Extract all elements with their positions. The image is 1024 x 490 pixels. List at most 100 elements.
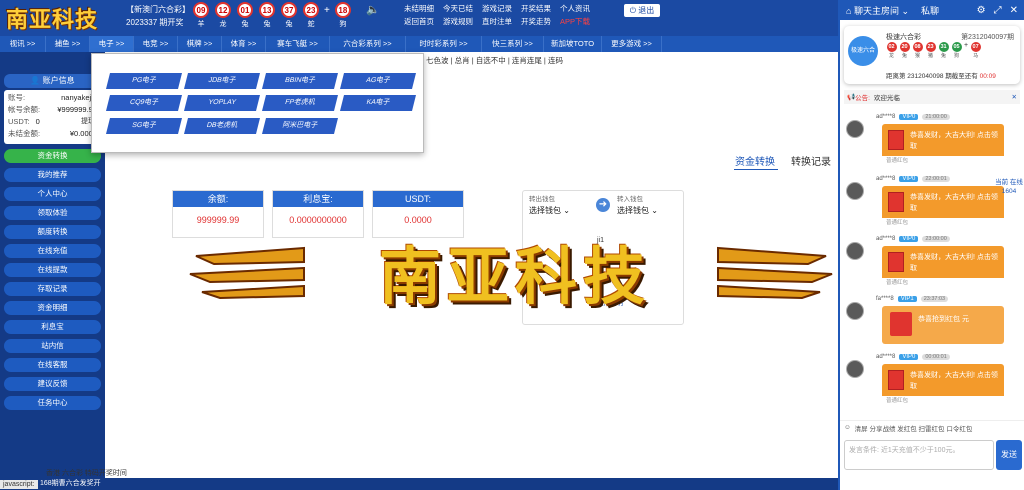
link-app-download[interactable]: APP下载 xyxy=(560,16,590,27)
red-packet-bubble[interactable]: 恭喜发财，大吉大利! 点击领取 普通红包 xyxy=(882,124,1004,166)
send-button[interactable]: 发送 xyxy=(996,440,1022,470)
dropdown-item[interactable]: BBIN电子 xyxy=(262,73,338,89)
expand-icon[interactable]: ⤢ xyxy=(994,5,1002,16)
chat-header-icons: ⚙ ⤢ ✕ xyxy=(977,5,1018,16)
sub-menu-links[interactable]: 七色波 | 总肖 | 自选不中 | 连肖连尾 | 连码 xyxy=(426,55,563,66)
account-key: 帐号余额: xyxy=(8,105,41,114)
in-wallet-label: 转入钱包 xyxy=(617,196,643,203)
tab-fund-transfer[interactable]: 资金转换 xyxy=(735,153,775,168)
msg-meta: ad****8 VIP0 23:00:00 xyxy=(876,236,950,242)
chat-room-select[interactable]: ⌂ 聊天主房间 ⌄ xyxy=(846,4,909,17)
draw-ball: 23 蛇 xyxy=(302,2,320,29)
ball-zodiac: 龙 xyxy=(888,53,894,59)
ball-zodiac: 兔 xyxy=(901,53,907,59)
user-settings-icon[interactable]: ⚙ xyxy=(977,5,986,16)
lottery-ball: 31 兔 xyxy=(938,42,949,59)
close-icon[interactable]: ✕ xyxy=(1010,5,1018,16)
ball-number: 12 xyxy=(215,2,231,18)
timestamp: 21:00:00 xyxy=(922,114,950,120)
link-live-bets[interactable]: 直时注单 xyxy=(482,16,512,27)
out-wallet-select[interactable]: 选择钱包 ⌄ xyxy=(529,205,595,216)
red-packet-bubble[interactable]: 恭喜发财，大吉大利! 点击领取 普通红包 xyxy=(882,186,1004,228)
side-feedback[interactable]: 建议反馈 xyxy=(4,377,101,391)
msg-meta: ad****8 VIP0 21:00:00 xyxy=(876,114,950,120)
link-today-settled[interactable]: 今天已结 xyxy=(443,3,473,14)
ball-zodiac: 猪 xyxy=(927,53,933,59)
nav-slots[interactable]: 电子 >> xyxy=(90,36,134,52)
private-chat-tab[interactable]: 私聊 xyxy=(921,4,939,17)
emoji-icon[interactable]: ☺ xyxy=(844,424,851,431)
nav-racing[interactable]: 赛车飞艇 >> xyxy=(266,36,330,52)
tab-transfer-records[interactable]: 转换记录 xyxy=(791,153,831,168)
close-icon[interactable]: ✕ xyxy=(1012,93,1017,101)
red-packet-claimed-bubble[interactable]: 恭喜抢到红包 元 xyxy=(882,306,1004,344)
left-wing-icon xyxy=(189,246,305,300)
nav-toto[interactable]: 新加坡TOTO xyxy=(544,36,602,52)
link-unsettled[interactable]: 未结明细 xyxy=(404,3,434,14)
side-deposit[interactable]: 在线充值 xyxy=(4,244,101,258)
site-logo[interactable]: 南亚科技 xyxy=(6,2,116,34)
out-wallet-value: 选择钱包 xyxy=(529,206,561,215)
dropdown-item[interactable]: DB老虎机 xyxy=(184,118,260,134)
dropdown-item[interactable]: FP老虎机 xyxy=(262,95,338,111)
nav-k3[interactable]: 快三系列 >> xyxy=(482,36,544,52)
link-draw-results[interactable]: 开奖结果 xyxy=(521,3,551,14)
side-claim-trial[interactable]: 领取体验 xyxy=(4,206,101,220)
ball-number: 05 xyxy=(951,42,962,52)
vip-badge: VIP0 xyxy=(899,114,919,120)
dropdown-item[interactable]: 阿米巴电子 xyxy=(262,118,338,134)
side-my-referral[interactable]: 我的推荐 xyxy=(4,168,101,182)
side-personal-center[interactable]: 个人中心 xyxy=(4,187,101,201)
nav-live[interactable]: 视讯 >> xyxy=(0,36,46,52)
vip-badge: VIP0 xyxy=(899,354,919,360)
side-support[interactable]: 在线客服 xyxy=(4,358,101,372)
chat-tools-links[interactable]: 清屏 分享战绩 发红包 扫雷红包 口令红包 xyxy=(855,423,973,433)
dropdown-item[interactable]: YOPLAY xyxy=(184,95,260,111)
account-row: 未结金额: ¥0.0000 xyxy=(8,128,97,140)
nav-sports[interactable]: 体育 >> xyxy=(222,36,266,52)
side-interest[interactable]: 利息宝 xyxy=(4,320,101,334)
side-fund-transfer[interactable]: 资金转换 xyxy=(4,149,101,163)
nav-more[interactable]: 更多游戏 >> xyxy=(602,36,662,52)
msg-meta: fa****8 VIP1 23:37:03 xyxy=(876,296,949,302)
dropdown-item[interactable]: KA电子 xyxy=(340,95,416,111)
in-wallet-select[interactable]: 选择钱包 ⌄ xyxy=(617,205,683,216)
dropdown-item[interactable]: PG电子 xyxy=(106,73,182,89)
side-quota-transfer[interactable]: 额度转换 xyxy=(4,225,101,239)
nav-ssc[interactable]: 时时彩系列 >> xyxy=(406,36,482,52)
account-title-label: 账户信息 xyxy=(42,76,75,85)
link-personal-info[interactable]: 个人资讯 xyxy=(560,3,590,14)
lottery-issue: 第2312040097期 xyxy=(961,34,1014,41)
lottery-next: 距离第 2312040098 期截至还有 00:09 xyxy=(886,70,996,80)
link-trends[interactable]: 开奖走势 xyxy=(521,16,551,27)
dropdown-item[interactable]: CQ9电子 xyxy=(106,95,182,111)
online-count: 当前 在线 1604 xyxy=(995,179,1023,195)
nav-esports[interactable]: 电竞 >> xyxy=(134,36,178,52)
nav-cards[interactable]: 棋牌 >> xyxy=(178,36,222,52)
link-home[interactable]: 返回首页 xyxy=(404,16,434,27)
link-game-rules[interactable]: 游戏规则 xyxy=(443,16,473,27)
side-tasks[interactable]: 任务中心 xyxy=(4,396,101,410)
red-packet-bubble[interactable]: 恭喜发财，大吉大利! 点击领取 普通红包 xyxy=(882,246,1004,288)
side-inbox[interactable]: 站内信 xyxy=(4,339,101,353)
dropdown-item[interactable]: AG电子 xyxy=(340,73,416,89)
side-records[interactable]: 存取记录 xyxy=(4,282,101,296)
msg-meta: ad****8 VIP0 00:00:01 xyxy=(876,354,950,360)
speaker-icon[interactable]: 🔈 xyxy=(366,3,380,16)
nav-marksix[interactable]: 六合彩系列 >> xyxy=(330,36,406,52)
dropdown-item[interactable]: SG电子 xyxy=(106,118,182,134)
chat-input[interactable]: 发言条件: 近1天充值不少于100元。 xyxy=(844,440,994,470)
card-value: 999999.99 xyxy=(196,215,240,225)
lottery-logo: 极速六合 xyxy=(848,36,878,66)
side-fund-details[interactable]: 资金明细 xyxy=(4,301,101,315)
nav-fishing[interactable]: 捕鱼 >> xyxy=(46,36,90,52)
content-tabs: 资金转换 转换记录 xyxy=(735,153,831,168)
logout-button[interactable]: ⏻ 退出 xyxy=(624,4,660,17)
side-withdraw[interactable]: 在线提款 xyxy=(4,263,101,277)
link-game-records[interactable]: 游戏记录 xyxy=(482,3,512,14)
red-packet-bubble[interactable]: 恭喜发财，大吉大利! 点击领取 普通红包 xyxy=(882,364,1004,406)
swap-arrow-icon[interactable]: ➜ xyxy=(596,198,610,212)
username: ad****8 xyxy=(876,236,896,242)
user-icon: 👤 xyxy=(30,76,41,85)
dropdown-item[interactable]: JDB电子 xyxy=(184,73,260,89)
